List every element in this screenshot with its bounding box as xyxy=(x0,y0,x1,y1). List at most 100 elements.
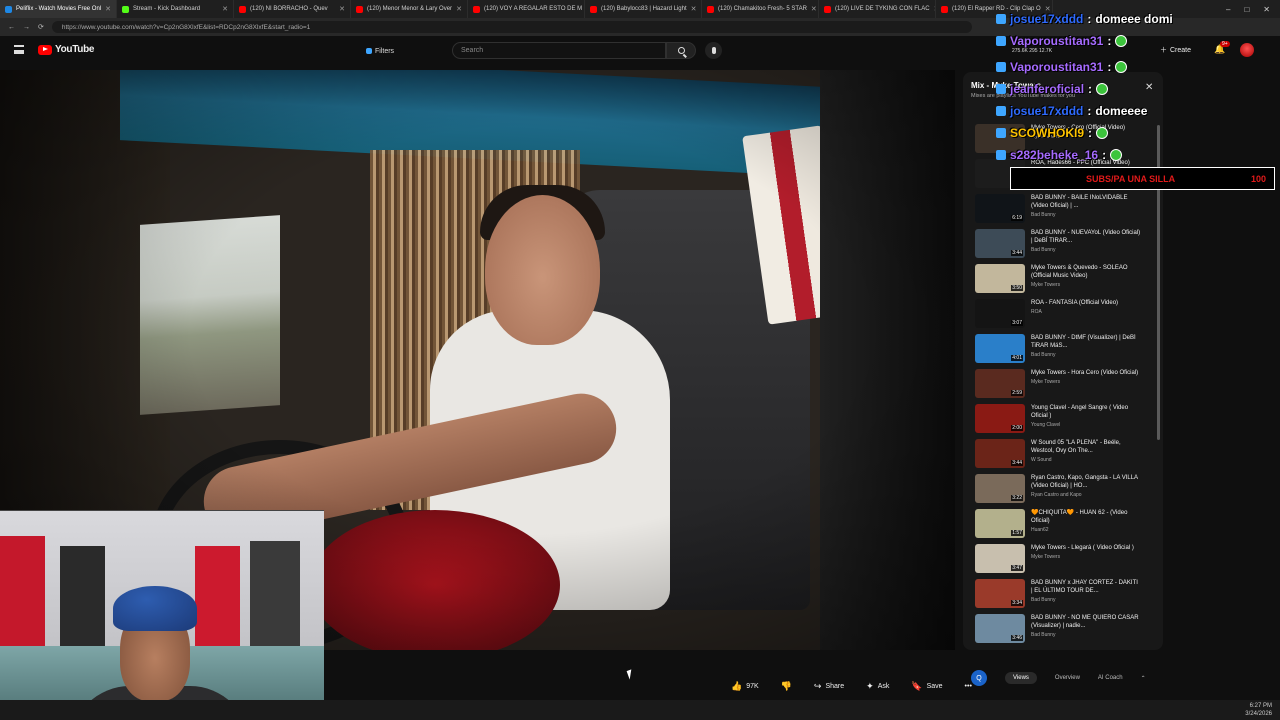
chat-separator: : xyxy=(1107,34,1112,48)
tab-title: (120) NI BORRACHO - Quev xyxy=(250,6,328,12)
url-field[interactable]: https://www.youtube.com/watch?v=Cp2nG8Xl… xyxy=(51,21,972,33)
video-duration: 2:59 xyxy=(1011,390,1023,396)
ask-button[interactable]: ✦ Ask xyxy=(860,678,895,695)
share-button[interactable]: ↪ Share xyxy=(808,678,850,695)
playlist-item-text: Myke Towers & Quevedo - SOLEAO (Official… xyxy=(1031,264,1141,299)
thumbs-down-icon: 👎 xyxy=(780,681,792,691)
video-duration: 3:50 xyxy=(1011,285,1023,291)
tray-date: 3/24/2026 xyxy=(1245,711,1272,717)
playlist-item-channel: Huan62 xyxy=(1031,527,1049,533)
playlist-item[interactable]: 3:46 BAD BUNNY - NO ME QUIERO CASAR (Visu… xyxy=(963,614,1163,649)
chevron-up-icon[interactable]: ⌃ xyxy=(1141,675,1146,682)
video-duration: 6:19 xyxy=(1011,215,1023,221)
chat-username: josue17xddd xyxy=(1010,12,1084,26)
playlist-item[interactable]: 3:44 BAD BUNNY - NUEVAYoL (Video Oficial)… xyxy=(963,229,1163,264)
chat-emote-icon xyxy=(1110,149,1123,161)
hamburger-menu-icon[interactable] xyxy=(14,45,24,54)
playlist-item[interactable]: 4:01 BAD BUNNY - DtMF (Visualizer) | DeBÍ… xyxy=(963,334,1163,369)
chat-separator: : xyxy=(1088,82,1093,96)
chat-badge-icon xyxy=(996,62,1006,72)
video-thumbnail: 1:57 xyxy=(975,509,1025,538)
playlist-item-channel: Myke Towers xyxy=(1031,554,1061,560)
youtube-logo[interactable]: YouTube xyxy=(38,44,95,55)
tab-views[interactable]: Views xyxy=(1005,672,1037,684)
filters-button[interactable]: Filters xyxy=(362,44,398,58)
tab-title: (120) Chamakitoo Fresh- 5 STAR xyxy=(718,6,807,12)
chat-message: josue17xddd: domeee domi xyxy=(996,8,1276,30)
browser-tab[interactable]: (120) LIVE DE TYKING CON FLAC✕ xyxy=(819,0,936,18)
browser-tab[interactable]: (120) Chamakitoo Fresh- 5 STAR ✕ xyxy=(702,0,819,18)
chat-separator: : xyxy=(1087,12,1092,26)
playlist-item[interactable]: 2:59 Myke Towers - Hora Cero (Video Ofici… xyxy=(963,369,1163,404)
tab-ai-coach[interactable]: AI Coach xyxy=(1098,675,1123,681)
chat-text: domeeee xyxy=(1095,104,1148,118)
tab-title: (120) Babylocc83 | Hazard Light xyxy=(601,6,687,12)
playlist-item[interactable]: 3:44 W Sound 05 "LA PLENA" - Beéle, Westc… xyxy=(963,439,1163,474)
playlist-item[interactable]: 3:34 BAD BUNNY x JHAY CORTEZ - DÁKITI | E… xyxy=(963,579,1163,614)
goal-value: 100 xyxy=(1250,173,1266,184)
playlist-item-text: BAD BUNNY - DtMF (Visualizer) | DeBÍ TiR… xyxy=(1031,334,1141,369)
close-tab-icon[interactable]: ✕ xyxy=(811,5,817,13)
save-button[interactable]: 🔖 Save xyxy=(905,678,948,695)
video-duration: 3:22 xyxy=(1011,495,1023,501)
bookmark-icon: 🔖 xyxy=(911,681,923,691)
playlist-item[interactable]: 6:19 BAD BUNNY - BAILE INoLVIDABLE (Video… xyxy=(963,194,1163,229)
forward-icon[interactable]: → xyxy=(23,24,30,31)
browser-tab[interactable]: (120) NI BORRACHO - Quev ✕ xyxy=(234,0,351,18)
chat-text: domeee domi xyxy=(1095,12,1173,26)
playlist-item-text: BAD BUNNY - BAILE INoLVIDABLE (Video Ofi… xyxy=(1031,194,1141,229)
playlist-item-channel: Bad Bunny xyxy=(1031,212,1056,218)
thumbs-up-icon: 👍 xyxy=(731,681,743,691)
browser-tab[interactable]: Stream - Kick Dashboard ✕ xyxy=(117,0,234,18)
back-icon[interactable]: ← xyxy=(8,24,15,31)
extension-icon[interactable]: Q xyxy=(971,670,987,686)
playlist-item-text: BAD BUNNY - NUEVAYoL (Video Oficial) | D… xyxy=(1031,229,1141,264)
playlist-item[interactable]: 3:07 ROA - FANTASÍA (Official Video) ROA xyxy=(963,299,1163,334)
chat-username: s282beheke_16 xyxy=(1010,148,1099,162)
close-tab-icon[interactable]: ✕ xyxy=(105,5,111,13)
search-button[interactable] xyxy=(666,42,696,59)
video-duration: 3:07 xyxy=(1011,320,1023,326)
playlist-item[interactable]: 2:00 Young Clavel - Angel Sangre ( Video … xyxy=(963,404,1163,439)
close-tab-icon[interactable]: ✕ xyxy=(339,5,345,13)
browser-tab[interactable]: (120) Menor Menor & Lary Over ✕ xyxy=(351,0,468,18)
dislike-button[interactable]: 👎 xyxy=(775,678,798,695)
playlist-item-title: BAD BUNNY x JHAY CORTEZ - DÁKITI | EL ÚL… xyxy=(1031,580,1138,594)
like-button[interactable]: 👍 97K xyxy=(725,678,765,695)
tab-favicon xyxy=(356,5,363,13)
playlist-item-channel: Myke Towers xyxy=(1031,379,1061,385)
playlist-item-text: Myke Towers - Hora Cero (Video Oficial) M… xyxy=(1031,369,1141,404)
playlist-item[interactable]: 3:47 Myke Towers - Llegará ( Video Oficia… xyxy=(963,544,1163,579)
playlist-item[interactable]: 1:57 🧡CHIQUITA🧡 - HUAN 62 - (Video Oficia… xyxy=(963,509,1163,544)
chat-username: Vaporoustitan31 xyxy=(1010,60,1104,74)
tab-title: Stream - Kick Dashboard xyxy=(133,6,201,12)
playlist-item[interactable]: 3:22 Ryan Castro, Kapo, Gangsta - LA VILL… xyxy=(963,474,1163,509)
save-label: Save xyxy=(926,683,943,690)
like-count: 97K xyxy=(746,683,759,690)
search-input[interactable]: Search xyxy=(452,42,666,59)
video-thumbnail: 3:47 xyxy=(975,544,1025,573)
share-icon: ↪ xyxy=(813,681,822,691)
playlist-item[interactable]: 3:50 Myke Towers & Quevedo - SOLEAO (Offi… xyxy=(963,264,1163,299)
browser-tab[interactable]: (120) Babylocc83 | Hazard Light ✕ xyxy=(585,0,702,18)
tab-favicon xyxy=(473,5,480,13)
close-tab-icon[interactable]: ✕ xyxy=(222,5,228,13)
reload-icon[interactable]: ⟳ xyxy=(38,23,44,31)
video-duration: 3:47 xyxy=(1011,565,1023,571)
close-tab-icon[interactable]: ✕ xyxy=(456,5,462,13)
playlist-item-title: BAD BUNNY - NUEVAYoL (Video Oficial) | D… xyxy=(1031,230,1141,244)
chat-username: SCOWHOKI9 xyxy=(1010,126,1085,140)
tab-overview[interactable]: Overview xyxy=(1055,675,1080,681)
chat-username: Vaporoustitan31 xyxy=(1010,34,1104,48)
voice-search-button[interactable] xyxy=(705,42,722,59)
browser-tab[interactable]: (120) VOY A REGALAR ESTO DE M✕ xyxy=(468,0,585,18)
chat-separator: : xyxy=(1107,60,1112,74)
chat-emote-icon xyxy=(1115,35,1128,47)
subscriber-goal-bar: SUBS/PA UNA SILLA 100 xyxy=(1010,167,1275,190)
chat-badge-icon xyxy=(996,84,1006,94)
close-tab-icon[interactable]: ✕ xyxy=(691,5,697,13)
playlist-item-text: W Sound 05 "LA PLENA" - Beéle, Westcol, … xyxy=(1031,439,1141,474)
filters-icon xyxy=(366,48,372,54)
browser-tab[interactable]: Peliflix - Watch Movies Free Onl ✕ xyxy=(0,0,117,18)
video-duration: 4:01 xyxy=(1011,355,1023,361)
